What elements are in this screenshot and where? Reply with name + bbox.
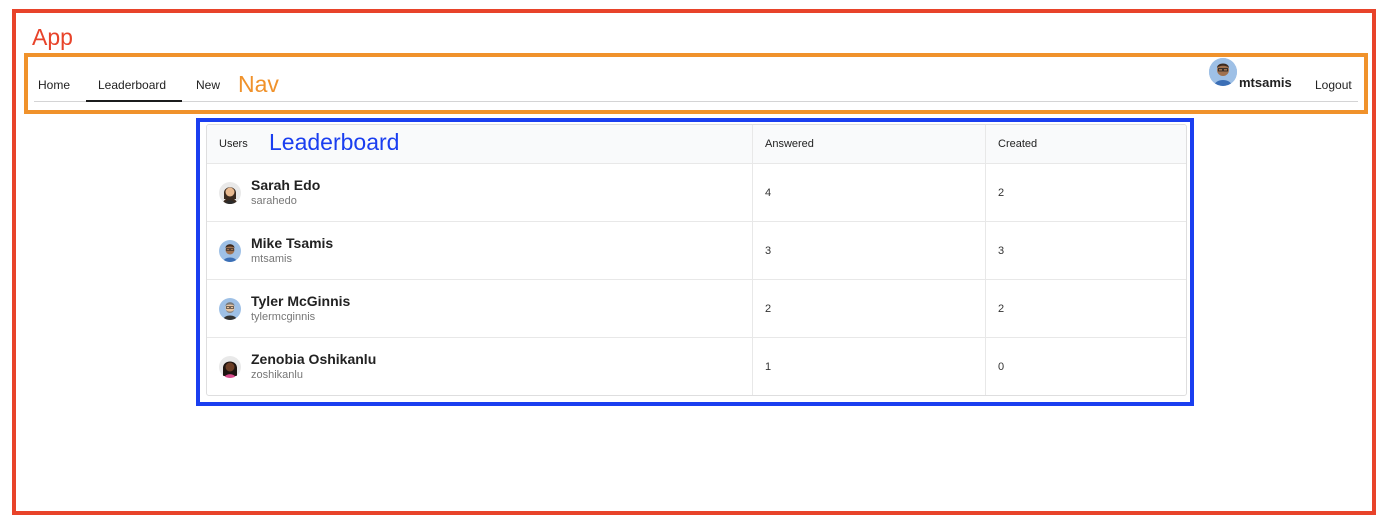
user-avatar-icon: [1209, 58, 1237, 86]
answered-count: 1: [765, 360, 772, 373]
table-row: Mike Tsamis mtsamis 3 3: [207, 221, 1186, 279]
created-count: 2: [998, 302, 1005, 315]
nav-item-home[interactable]: Home: [38, 78, 70, 92]
table-row: Tyler McGinnis tylermcginnis 2 2: [207, 279, 1186, 337]
user-fullname: Zenobia Oshikanlu: [251, 351, 377, 367]
user-username: zoshikanlu: [251, 369, 303, 381]
nav-frame: [24, 53, 1368, 114]
avatar-icon: [219, 355, 241, 378]
table-row: Zenobia Oshikanlu zoshikanlu 1 0: [207, 337, 1186, 395]
nav-item-new[interactable]: New: [196, 78, 220, 92]
user-fullname: Sarah Edo: [251, 177, 321, 193]
answered-count: 3: [765, 244, 772, 257]
user-fullname: Tyler McGinnis: [251, 293, 351, 309]
table-row: Sarah Edo sarahedo 4 2: [207, 163, 1186, 221]
leaderboard-label: Leaderboard: [269, 129, 400, 155]
created-count: 2: [998, 186, 1005, 199]
created-count: 3: [998, 244, 1005, 257]
user-username: mtsamis: [251, 253, 292, 265]
created-count: 0: [998, 360, 1005, 373]
avatar-icon: [219, 181, 241, 204]
header-answered: Answered: [765, 138, 814, 150]
nav-underline: [34, 101, 1358, 102]
user-username: sarahedo: [251, 195, 297, 207]
logout-link[interactable]: Logout: [1315, 78, 1352, 92]
nav-label: Nav: [238, 71, 279, 97]
avatar-icon: [219, 239, 241, 262]
nav-active-indicator: [86, 100, 182, 102]
user-username: tylermcginnis: [251, 311, 316, 323]
nav-username: mtsamis: [1239, 75, 1292, 90]
answered-count: 4: [765, 186, 772, 199]
leaderboard-table: Users Answered Created Sarah Edo sarahed…: [206, 124, 1187, 396]
app-label: App: [32, 24, 73, 50]
nav-item-leaderboard[interactable]: Leaderboard: [98, 78, 166, 92]
avatar-icon: [219, 297, 241, 320]
header-created: Created: [998, 138, 1038, 150]
header-users: Users: [219, 138, 248, 150]
answered-count: 2: [765, 302, 772, 315]
user-fullname: Mike Tsamis: [251, 235, 334, 251]
